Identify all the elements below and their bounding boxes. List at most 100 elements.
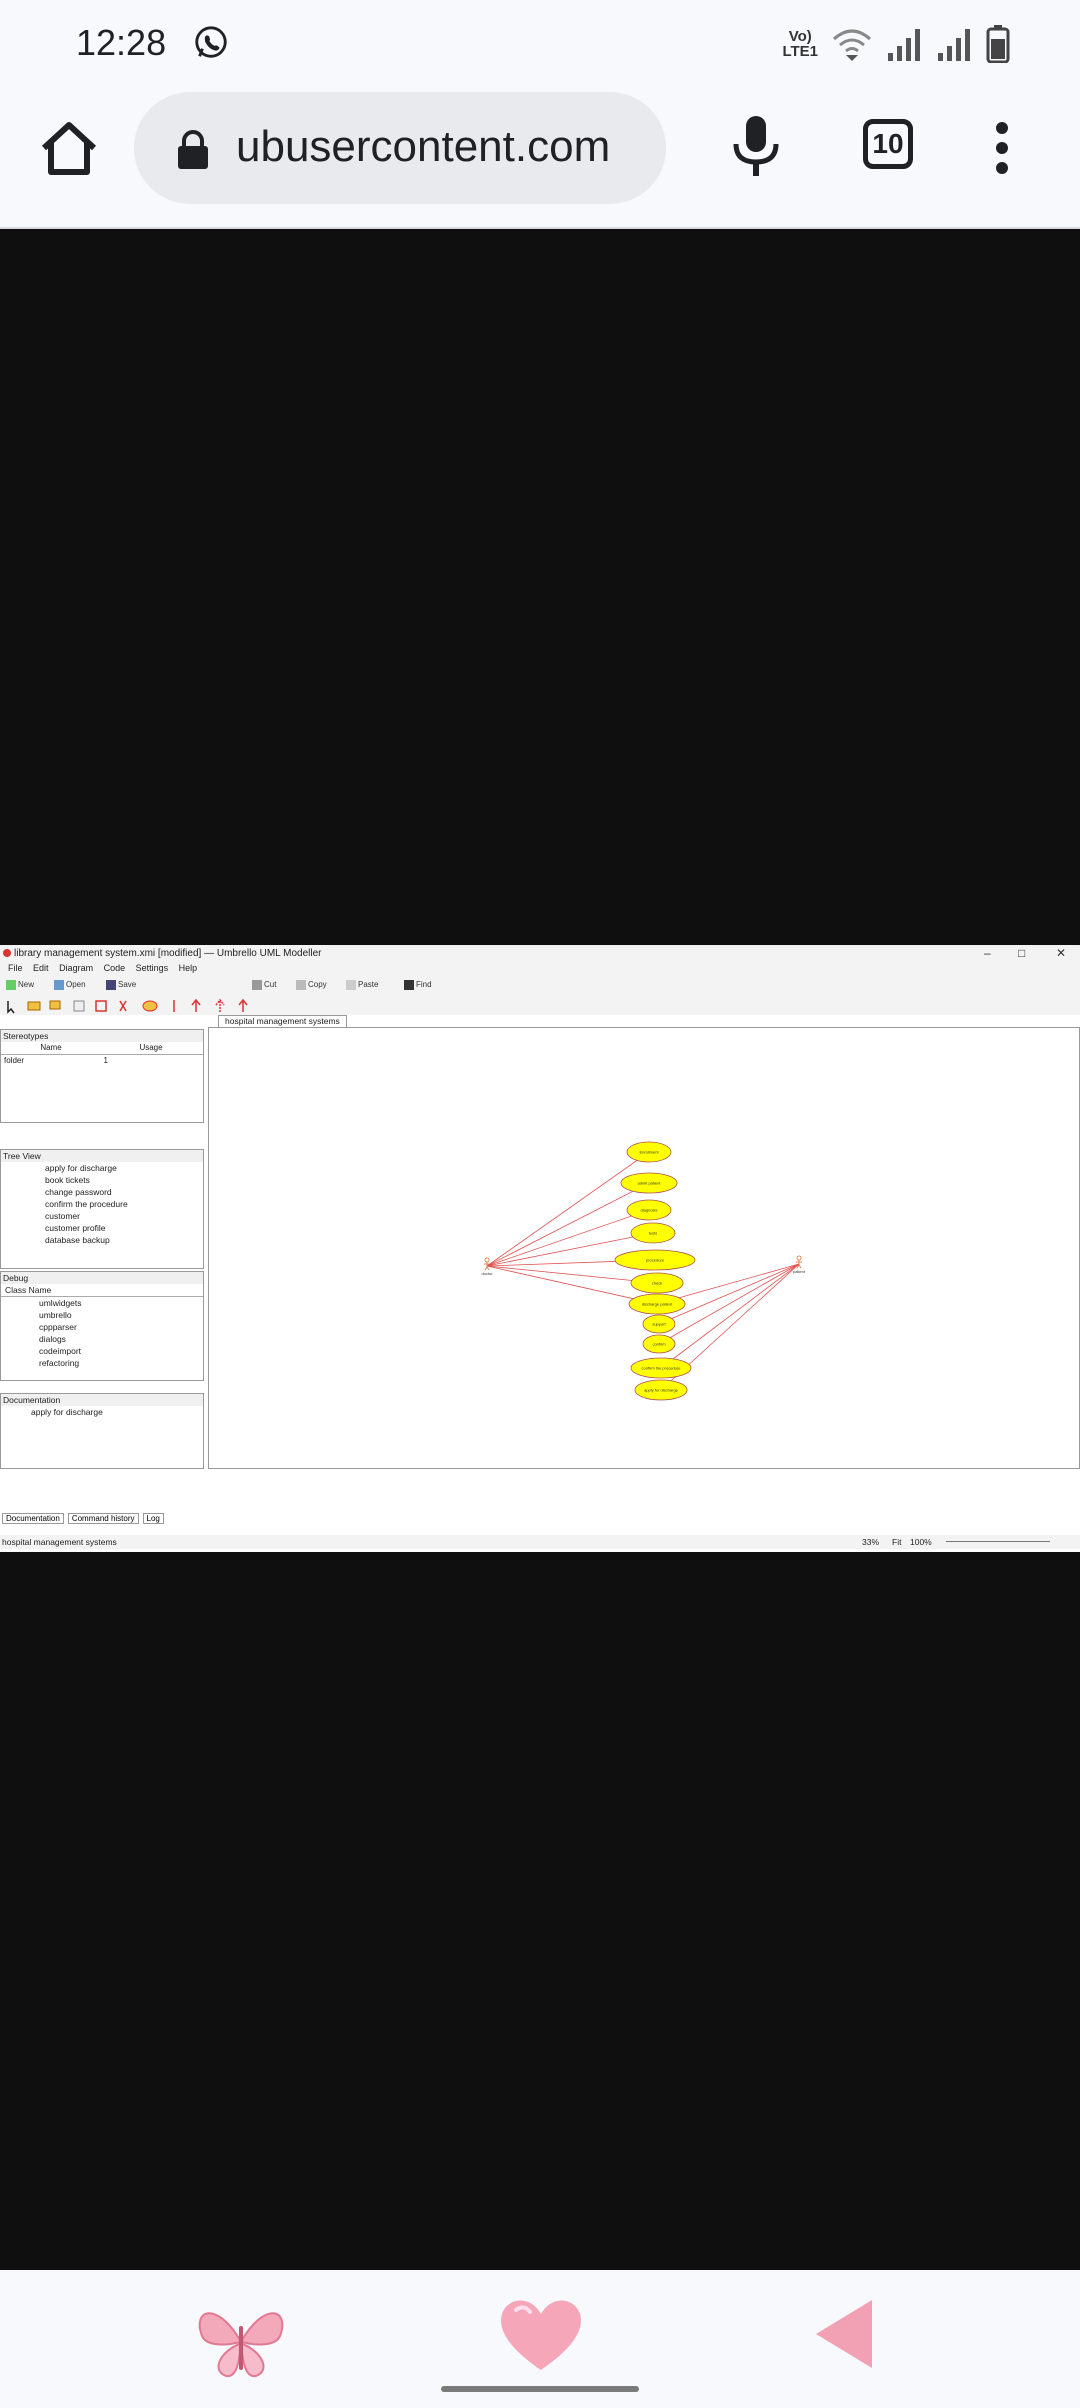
app-statusbar: hospital management systems 33% Fit 100%	[0, 1535, 1080, 1549]
debug-item[interactable]: refactoring	[35, 1357, 203, 1369]
system-icons: Vo) LTE1	[782, 22, 1010, 66]
battery-icon	[986, 25, 1010, 63]
menu-file[interactable]: File	[8, 963, 23, 973]
tree-item[interactable]: database backup	[41, 1234, 203, 1246]
paste-button[interactable]: Paste	[346, 980, 378, 990]
url-text[interactable]: ubusercontent.com	[236, 122, 656, 172]
lock-icon[interactable]	[176, 130, 210, 170]
diagram-tool-icons[interactable]	[0, 997, 260, 1015]
signal-icon	[888, 29, 920, 61]
association-line[interactable]	[486, 1151, 650, 1267]
fit-button[interactable]: Fit	[892, 1537, 901, 1547]
open-icon	[54, 980, 64, 990]
tab-switcher-button[interactable]: 10	[863, 119, 913, 169]
debug-panel: Debug Class Name umlwidgets umbrello cpp…	[0, 1271, 204, 1381]
actor-label: patient	[793, 1269, 806, 1274]
documentation-value[interactable]: apply for discharge	[1, 1406, 203, 1418]
mic-icon[interactable]	[730, 114, 782, 180]
debug-item[interactable]: codeimport	[35, 1345, 203, 1357]
panel-title: Tree View	[1, 1150, 203, 1162]
menu-edit[interactable]: Edit	[33, 963, 49, 973]
toolbar-divider	[0, 227, 1080, 229]
use-case-label: admit patient	[638, 1181, 662, 1186]
debug-item[interactable]: umbrello	[35, 1309, 203, 1321]
butterfly-icon[interactable]	[196, 2300, 286, 2380]
window-titlebar: library management system.xmi [modified]…	[0, 945, 1080, 963]
panel-title: Debug	[1, 1272, 203, 1284]
debug-item[interactable]: dialogs	[35, 1333, 203, 1345]
tab-command-history[interactable]: Command history	[67, 1513, 139, 1524]
close-button[interactable]: ✕	[1056, 946, 1066, 960]
diagram-canvas[interactable]: Enrollment admit patient diagnosis tests pro…	[208, 1027, 1080, 1469]
new-button[interactable]: New	[6, 980, 34, 990]
address-bar[interactable]: ubusercontent.com	[134, 92, 666, 204]
use-case-label: apply for discharge	[644, 1388, 679, 1393]
find-icon	[404, 980, 414, 990]
status-bar: 12:28 Vo) LTE1	[0, 0, 1080, 88]
new-icon	[6, 980, 16, 990]
open-button[interactable]: Open	[54, 980, 86, 990]
panel-title: Stereotypes	[1, 1030, 203, 1042]
tree-item[interactable]: customer profile	[41, 1222, 203, 1234]
tab-log[interactable]: Log	[142, 1513, 164, 1524]
association-line[interactable]	[658, 1263, 800, 1325]
zoom-slider[interactable]	[946, 1541, 1050, 1542]
zoom-level: 33%	[862, 1537, 880, 1547]
signal-icon	[938, 29, 970, 61]
table-row[interactable]: folder 1	[1, 1055, 203, 1067]
column-header-name[interactable]: Name	[1, 1042, 101, 1054]
panel-title: Documentation	[1, 1394, 203, 1406]
tree-item[interactable]: change password	[41, 1186, 203, 1198]
tree-item[interactable]: book tickets	[41, 1174, 203, 1186]
cut-icon	[252, 980, 262, 990]
tree-view-panel: Tree View apply for discharge book ticke…	[0, 1149, 204, 1269]
column-header-usage[interactable]: Usage	[101, 1042, 201, 1054]
home-icon[interactable]	[38, 118, 100, 180]
use-case-label: discharge patient	[642, 1302, 673, 1307]
use-case-label: diagnosis	[641, 1208, 658, 1213]
gesture-handle[interactable]	[441, 2386, 639, 2392]
menu-settings[interactable]: Settings	[136, 963, 169, 973]
save-button[interactable]: Save	[106, 980, 136, 990]
heart-icon[interactable]	[498, 2296, 584, 2372]
diagram-toolbar	[0, 997, 1080, 1015]
use-case-label: confirm	[652, 1342, 666, 1347]
copy-button[interactable]: Copy	[296, 980, 327, 990]
tree-item[interactable]: confirm the procedure	[41, 1198, 203, 1210]
menu-help[interactable]: Help	[179, 963, 198, 973]
tab-documentation[interactable]: Documentation	[2, 1513, 64, 1524]
minimize-button[interactable]: –	[984, 946, 991, 960]
use-case-label: confirm the procedure	[642, 1366, 682, 1371]
app-menubar: File Edit Diagram Code Settings Help	[0, 963, 1080, 977]
paste-icon	[346, 980, 356, 990]
main-toolbar: New Open Save Cut Copy Paste Find	[0, 977, 1080, 997]
use-case-label: Enrollment	[639, 1150, 659, 1155]
back-icon[interactable]	[812, 2298, 876, 2370]
zoom-100-button[interactable]: 100%	[910, 1537, 932, 1547]
browser-toolbar: ubusercontent.com 10	[0, 88, 1080, 228]
find-button[interactable]: Find	[404, 980, 432, 990]
debug-item[interactable]: cppparser	[35, 1321, 203, 1333]
debug-item[interactable]: umlwidgets	[35, 1297, 203, 1309]
menu-diagram[interactable]: Diagram	[59, 963, 93, 973]
cut-button[interactable]: Cut	[252, 980, 276, 990]
embedded-screenshot[interactable]: library management system.xmi [modified]…	[0, 945, 1080, 1552]
more-vert-icon[interactable]	[992, 118, 1012, 178]
documentation-tabs: Documentation Command history Log	[2, 1513, 164, 1524]
window-title: library management system.xmi [modified]…	[14, 948, 322, 959]
bottom-bar	[0, 2270, 1080, 2408]
menu-code[interactable]: Code	[104, 963, 126, 973]
use-case-label: support	[652, 1322, 666, 1327]
use-case-label: check	[652, 1281, 662, 1286]
documentation-panel: Documentation apply for discharge	[0, 1393, 204, 1469]
use-case-diagram[interactable]: Enrollment admit patient diagnosis tests pro…	[209, 1028, 1080, 1470]
column-header-class-name[interactable]: Class Name	[1, 1284, 203, 1297]
maximize-button[interactable]: □	[1018, 946, 1025, 960]
use-case-label: tests	[649, 1231, 657, 1236]
wifi-icon	[833, 29, 871, 61]
use-case-label: procedure	[646, 1258, 665, 1263]
actor-label: doctor	[481, 1271, 493, 1276]
volte-icon: Vo) LTE1	[782, 28, 818, 60]
tree-item[interactable]: apply for discharge	[41, 1162, 203, 1174]
tree-item[interactable]: customer	[41, 1210, 203, 1222]
